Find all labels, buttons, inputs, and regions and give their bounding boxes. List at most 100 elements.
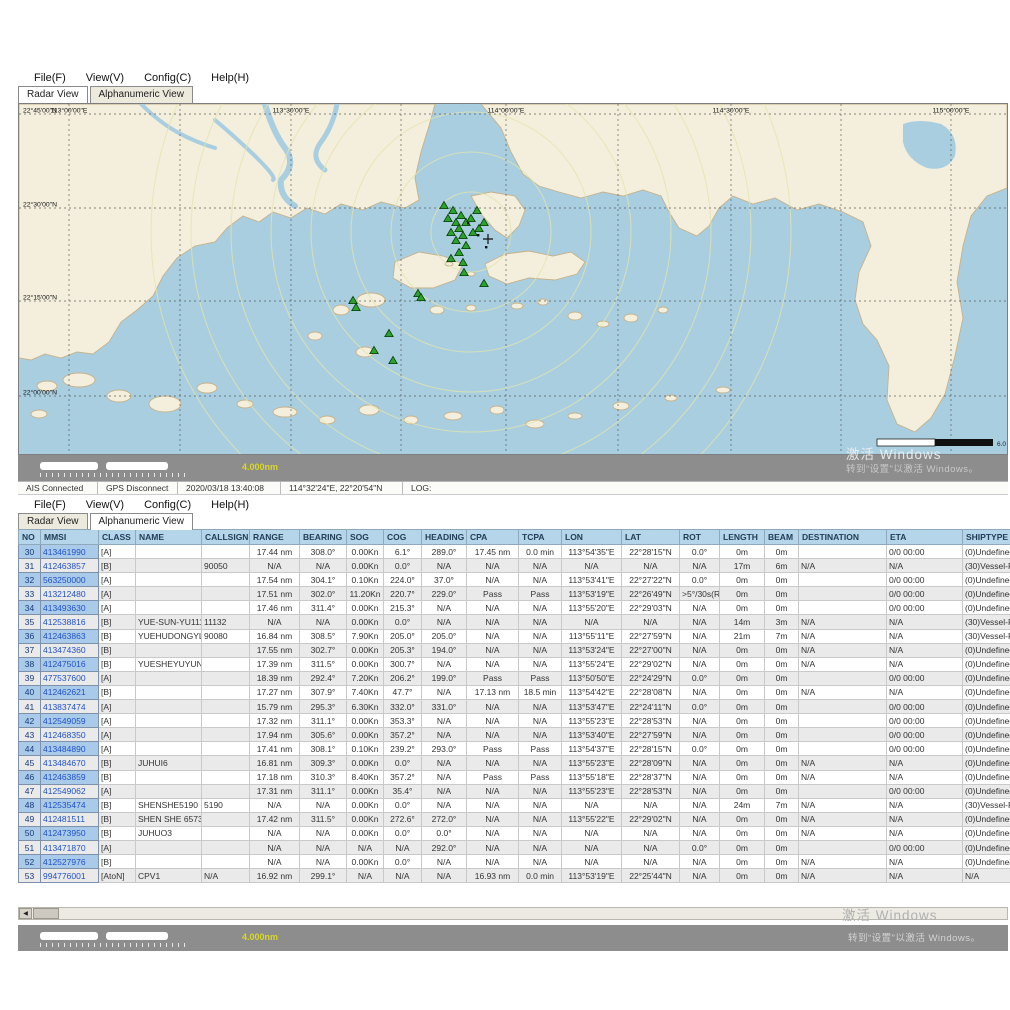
menu-item-view[interactable]: View(V): [86, 72, 124, 84]
table-row[interactable]: 45 413484670 [B] JUHUI6 16.81 nm 309.3° 0.00Kn…: [18, 755, 1010, 771]
table-row[interactable]: 50 412473950 [B] JUHUO3 N/A N/A 0.00Kn 0.0° 0.0°…: [18, 825, 1010, 841]
target-dot-icon: [467, 222, 470, 225]
table-row[interactable]: 40 412462621 [B] 17.27 nm 307.9° 7.40Kn 47.7° N…: [18, 684, 1010, 701]
cell-sog: N/A: [346, 868, 384, 884]
cell-length: 0m: [719, 868, 765, 884]
menu-item-help[interactable]: Help(H): [211, 499, 249, 511]
cell-eta: 0/0 00:00: [886, 572, 963, 588]
col-header-no[interactable]: NO: [18, 529, 41, 545]
table-row[interactable]: 33 413212480 [A] 17.51 nm 302.0° 11.20Kn 220.7…: [18, 586, 1010, 602]
table-row[interactable]: 51 413471870 [A] N/A N/A N/A N/A 292.0° N/A N/A N/…: [18, 839, 1010, 856]
cell-mmsi: 412463863: [40, 628, 99, 644]
tab-radar-view[interactable]: Radar View: [18, 513, 88, 530]
cell-rot: 0.0°: [679, 699, 720, 715]
table-row[interactable]: 43 412468350 [A] 17.94 nm 305.6° 0.00Kn 357.2°…: [18, 727, 1010, 743]
cell-range: N/A: [249, 854, 300, 870]
tab-alphanumeric-view[interactable]: Alphanumeric View: [89, 86, 193, 103]
col-header-destination[interactable]: DESTINATION: [798, 529, 887, 545]
table-row[interactable]: 41 413837474 [A] 15.79 nm 295.3° 6.30Kn 332.0°…: [18, 699, 1010, 715]
table-row[interactable]: 53 994776001 [AtoN] CPV1 N/A 16.92 nm 299.1° N/…: [18, 868, 1010, 884]
cell-cog: 272.6°: [383, 811, 422, 827]
table-row[interactable]: 34 413493630 [A] 17.46 nm 311.4° 0.00Kn 215.3°…: [18, 600, 1010, 616]
col-header-eta[interactable]: ETA: [886, 529, 963, 545]
tab-radar-view[interactable]: Radar View: [18, 86, 88, 103]
radar-map-view[interactable]: 22°45'00"N 22°30'00"N 22°15'00"N 22°00'00"N…: [18, 0, 1008, 553]
table-row[interactable]: 30 413461990 [A] 17.44 nm 308.0° 0.00Kn 6.1° 28…: [18, 543, 1010, 560]
cell-beam: 7m: [764, 797, 799, 813]
table-row[interactable]: 37 413474360 [B] 17.55 nm 302.7° 0.00Kn 205.3°…: [18, 642, 1010, 658]
tab-alphanumeric-view[interactable]: Alphanumeric View: [89, 513, 193, 530]
col-header-bearing[interactable]: BEARING: [299, 529, 347, 545]
ais-target-table[interactable]: NO MMSI CLASS NAME CALLSIGN RANGE BEARING SOG CO…: [18, 529, 1010, 884]
cell-destination: N/A: [798, 769, 887, 785]
table-row[interactable]: 49 412481511 [B] SHEN SHE 6573 17.42 nm 311.5…: [18, 811, 1010, 827]
range-slider-track-2[interactable]: [106, 932, 168, 940]
table-row[interactable]: 32 563250000 [A] 17.54 nm 304.1° 0.10Kn 224.0°…: [18, 572, 1010, 588]
col-header-heading[interactable]: HEADING: [421, 529, 467, 545]
cell-bearing: 299.1°: [299, 868, 347, 884]
cell-rot: 0.0°: [679, 839, 720, 856]
table-row[interactable]: 39 477537600 [A] 18.39 nm 292.4° 7.20Kn 206.2°…: [18, 670, 1010, 686]
table-row[interactable]: 48 412535474 [B] SHENSHE5190 5190 N/A N/A 0.00K…: [18, 797, 1010, 813]
menu-item-help[interactable]: Help(H): [211, 72, 249, 84]
col-header-mmsi[interactable]: MMSI: [40, 529, 99, 545]
cell-sog: 8.40Kn: [346, 769, 384, 785]
table-row[interactable]: 42 412549059 [A] 17.32 nm 311.1° 0.00Kn 353.3°…: [18, 713, 1010, 729]
cell-cog: N/A: [383, 839, 422, 856]
col-header-beam[interactable]: BEAM: [764, 529, 799, 545]
lat-label: 22°15'00"N: [23, 294, 57, 302]
cell-class: [A]: [98, 727, 136, 743]
table-row[interactable]: 44 413484890 [A] 17.41 nm 308.1° 0.10Kn 239.2°…: [18, 741, 1010, 757]
col-header-callsign[interactable]: CALLSIGN: [201, 529, 250, 545]
table-row[interactable]: 52 412527976 [B] N/A N/A 0.00Kn 0.0° N/A N/A N/A N…: [18, 854, 1010, 870]
cell-cpa: N/A: [466, 811, 519, 827]
col-header-class[interactable]: CLASS: [98, 529, 136, 545]
cell-beam: 0m: [764, 600, 799, 616]
menu-item-file[interactable]: File(F): [34, 72, 66, 84]
cell-beam: 0m: [764, 699, 799, 715]
col-header-range[interactable]: RANGE: [249, 529, 300, 545]
col-header-sog[interactable]: SOG: [346, 529, 384, 545]
cell-heading: N/A: [421, 558, 467, 574]
cell-no: 35: [18, 614, 41, 630]
table-row[interactable]: 31 412463857 [B] 90050 N/A N/A 0.00Kn 0.0° N/A N/…: [18, 558, 1010, 574]
menu-item-config[interactable]: Config(C): [144, 72, 191, 84]
col-header-shiptype[interactable]: SHIPTYPE: [962, 529, 1010, 545]
cell-destination: [798, 839, 887, 856]
cell-shiptype: (0)Undefined s: [962, 811, 1010, 827]
range-slider-handle[interactable]: [40, 462, 98, 470]
cell-cog: 357.2°: [383, 769, 422, 785]
cell-class: [AtoN]: [98, 868, 136, 884]
lat-label: 22°30'00"N: [23, 201, 57, 209]
menu-item-config[interactable]: Config(C): [144, 499, 191, 511]
table-row[interactable]: 36 412463863 [B] YUEHUDONGYL 90080 16.84 nm 30…: [18, 628, 1010, 644]
cell-bearing: N/A: [299, 614, 347, 630]
cell-tcpa: N/A: [518, 825, 562, 841]
table-row[interactable]: 38 412475016 [B] YUESHEYUYUN 17.39 nm 311.5° 0…: [18, 656, 1010, 672]
scroll-left-arrow-icon[interactable]: ◀: [19, 908, 32, 919]
range-slider-track[interactable]: [106, 462, 168, 470]
table-row[interactable]: 35 412538816 [B] YUE-SUN-YU111 11132 N/A N/A 0.…: [18, 614, 1010, 630]
scrollbar-thumb[interactable]: [33, 908, 59, 919]
col-header-lat[interactable]: LAT: [621, 529, 680, 545]
col-header-tcpa[interactable]: TCPA: [518, 529, 562, 545]
cell-mmsi: 412527976: [40, 854, 99, 870]
cell-range: 17.54 nm: [249, 572, 300, 588]
table-row[interactable]: 46 412463859 [B] 17.18 nm 310.3° 8.40Kn 357.2°…: [18, 769, 1010, 785]
col-header-lon[interactable]: LON: [561, 529, 622, 545]
cell-shiptype: (0)Undefined s: [962, 699, 1010, 715]
cell-lon: 113°55'23"E: [561, 755, 622, 771]
col-header-cog[interactable]: COG: [383, 529, 422, 545]
range-value-label: 4.000nm: [242, 462, 279, 472]
cell-rot: >5°/30s(R: [679, 586, 720, 602]
table-row[interactable]: 47 412549062 [A] 17.31 nm 311.1° 0.00Kn 35.4° N…: [18, 783, 1010, 799]
col-header-rot[interactable]: ROT: [679, 529, 720, 545]
cell-beam: 0m: [764, 543, 799, 560]
range-slider-handle-2[interactable]: [40, 932, 98, 940]
cell-lon: 113°55'22"E: [561, 811, 622, 827]
col-header-name[interactable]: NAME: [135, 529, 202, 545]
menu-item-file[interactable]: File(F): [34, 499, 66, 511]
col-header-length[interactable]: LENGTH: [719, 529, 765, 545]
col-header-cpa[interactable]: CPA: [466, 529, 519, 545]
menu-item-view[interactable]: View(V): [86, 499, 124, 511]
